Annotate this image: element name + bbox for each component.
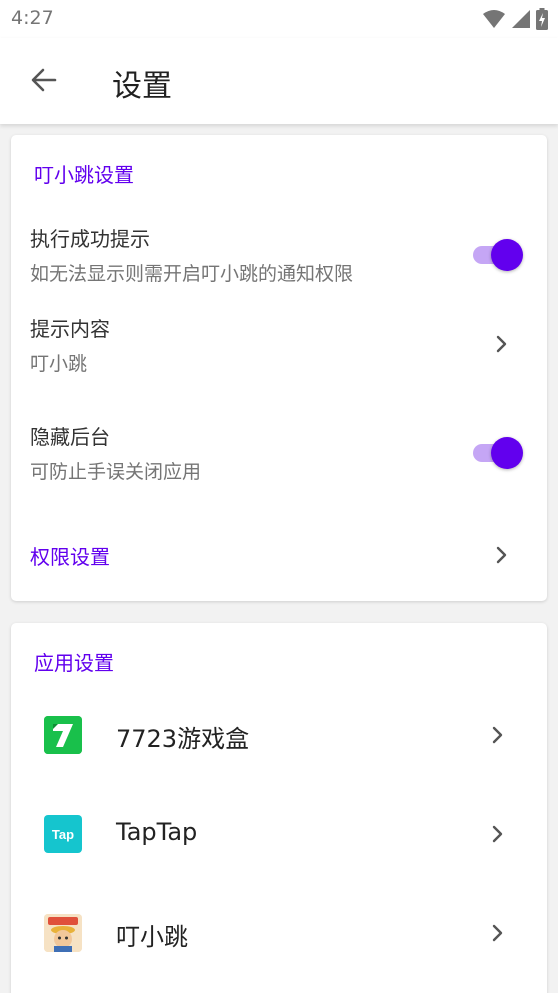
success-tip-subtitle: 如无法显示则需开启叮小跳的通知权限 — [30, 263, 354, 285]
hide-background-subtitle: 可防止手误关闭应用 — [30, 461, 202, 483]
chevron-right-icon — [492, 825, 503, 843]
status-time: 4:27 — [11, 7, 54, 29]
switch-thumb — [491, 239, 523, 271]
switch-thumb — [491, 437, 523, 469]
app-row-taptap[interactable]: Tap TapTap — [11, 786, 547, 882]
success-tip-row[interactable]: 执行成功提示 如无法显示则需开启叮小跳的通知权限 — [11, 215, 547, 295]
chevron-right-icon — [496, 546, 507, 564]
success-tip-title: 执行成功提示 — [30, 227, 150, 251]
section-title: 叮小跳设置 — [34, 163, 134, 187]
7723-game-box-icon — [44, 716, 82, 754]
tip-content-row[interactable]: 提示内容 叮小跳 — [11, 305, 547, 385]
app-bar: 设置 — [0, 38, 558, 124]
permission-settings-row[interactable]: 权限设置 — [11, 525, 547, 585]
hide-background-title: 隐藏后台 — [30, 425, 110, 449]
app-row-7723[interactable]: 7723游戏盒 — [11, 687, 547, 783]
success-tip-switch[interactable] — [473, 237, 523, 271]
taptap-icon-text: Tap — [51, 826, 75, 842]
app-row-dingxiaotiao[interactable]: 叮小跳 — [11, 885, 547, 981]
dingxiaotiao-settings-card: 叮小跳设置 执行成功提示 如无法显示则需开启叮小跳的通知权限 提示内容 叮小跳 … — [11, 135, 547, 601]
app-name: 叮小跳 — [116, 923, 188, 951]
arrow-left-icon — [31, 68, 57, 92]
app-name: TapTap — [116, 818, 198, 846]
hide-background-switch[interactable] — [473, 435, 523, 469]
permission-settings-label: 权限设置 — [30, 545, 110, 569]
dingxiaotiao-icon — [44, 914, 82, 952]
chevron-right-icon — [492, 924, 503, 942]
back-button[interactable] — [26, 62, 62, 98]
signal-icon — [512, 10, 530, 28]
tip-content-title: 提示内容 — [30, 317, 110, 341]
chevron-right-icon — [492, 726, 503, 744]
wifi-icon — [483, 10, 505, 28]
taptap-icon: Tap — [44, 815, 82, 853]
battery-icon — [536, 8, 548, 30]
app-settings-card: 应用设置 7723游戏盒 Tap TapTap 叮小跳 — [11, 623, 547, 993]
status-bar: 4:27 — [0, 0, 558, 38]
tip-content-value: 叮小跳 — [30, 353, 88, 375]
app-name: 7723游戏盒 — [116, 725, 250, 753]
status-icons — [482, 8, 548, 30]
chevron-right-icon — [496, 335, 507, 353]
section-title: 应用设置 — [34, 651, 114, 675]
page-title: 设置 — [112, 69, 172, 104]
hide-background-row[interactable]: 隐藏后台 可防止手误关闭应用 — [11, 413, 547, 493]
